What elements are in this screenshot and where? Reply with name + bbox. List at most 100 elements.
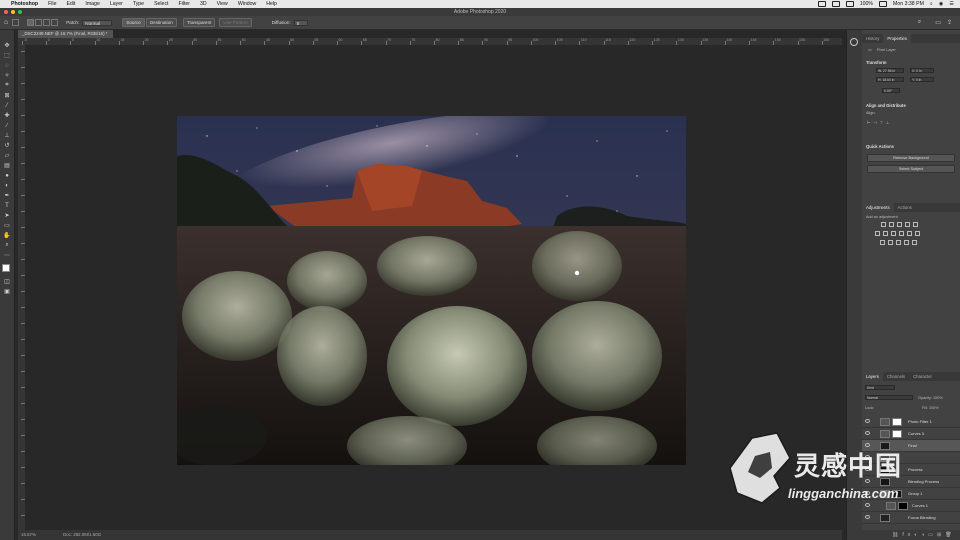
zoom-level[interactable]: 16.67% [21, 530, 36, 540]
photo-filter-adjustment-icon[interactable] [899, 231, 904, 236]
tab-properties[interactable]: Properties [883, 34, 911, 43]
layers-footer-icons[interactable]: ⛓fx◐◑▭⊞🗑 [862, 530, 960, 540]
align-icons[interactable]: ⊢⊣⊤⊥ [867, 120, 892, 125]
menu-view[interactable]: View [217, 0, 228, 8]
layer-filter-kind[interactable]: Kind [865, 385, 895, 390]
threshold-adjustment-icon[interactable] [896, 240, 901, 245]
doc-info[interactable]: Doc: 282.0M/1.50G [63, 530, 101, 540]
layer-row[interactable]: Photo Filter 1 [862, 416, 960, 428]
stamp-tool-icon[interactable]: ⊥ [3, 132, 11, 139]
menu-help[interactable]: Help [266, 0, 277, 8]
patch-select[interactable]: Normal [82, 19, 113, 26]
share-icon[interactable]: ⇪ [947, 19, 952, 26]
menu-layer[interactable]: Layer [110, 0, 123, 8]
eraser-tool-icon[interactable]: ▱ [3, 152, 11, 159]
channel-mixer-adjustment-icon[interactable] [907, 231, 912, 236]
search-icon[interactable]: ⌕ [930, 1, 933, 8]
dodge-tool-icon[interactable]: ◐ [3, 182, 11, 189]
curves-adjustment-icon[interactable] [897, 222, 902, 227]
zoom-window-button[interactable] [18, 10, 22, 14]
hue-saturation-adjustment-icon[interactable] [875, 231, 880, 236]
foreground-color-swatch[interactable] [2, 264, 10, 272]
menu-file[interactable]: File [48, 0, 56, 8]
move-tool-icon[interactable]: ✥ [3, 42, 11, 49]
use-pattern-button[interactable]: Use Pattern [219, 18, 252, 27]
width-field[interactable]: W: 27.96 in [876, 68, 904, 73]
quick-actions-heading[interactable]: Quick Actions [866, 144, 894, 149]
hand-tool-icon[interactable]: ✋ [3, 232, 11, 239]
patch-tool-icon[interactable]: ✚ [3, 112, 11, 119]
vibrance-adjustment-icon[interactable] [913, 222, 918, 227]
layer-name[interactable]: Focus Blending [908, 512, 936, 523]
airplay-icon[interactable] [831, 1, 840, 7]
quick-mask-icon[interactable]: ◫ [3, 278, 11, 285]
menu-app[interactable]: Photoshop [11, 0, 38, 8]
workspace-icon[interactable]: ▭ [935, 19, 941, 26]
home-icon[interactable]: ⌂ [4, 19, 8, 26]
tab-adjustments[interactable]: Adjustments [862, 203, 894, 212]
menu-image[interactable]: Image [85, 0, 99, 8]
color-lookup-adjustment-icon[interactable] [915, 231, 920, 236]
black-white-adjustment-icon[interactable] [891, 231, 896, 236]
control-center-icon[interactable]: ☰ [949, 1, 954, 7]
add-selection-icon[interactable] [35, 19, 43, 26]
levels-adjustment-icon[interactable] [889, 222, 894, 227]
subtract-selection-icon[interactable] [43, 19, 51, 26]
patch-tool-preset-icon[interactable] [12, 19, 20, 26]
battery-icon[interactable] [879, 1, 888, 7]
destination-button[interactable]: Destination [145, 18, 177, 27]
visibility-eye-icon[interactable] [865, 419, 870, 423]
tab-history[interactable]: History [862, 34, 883, 43]
visibility-eye-icon[interactable] [865, 515, 870, 519]
brightness-adjustment-icon[interactable] [881, 222, 886, 227]
minimize-window-button[interactable] [11, 10, 15, 14]
type-tool-icon[interactable]: T [3, 202, 11, 209]
dropbox-icon[interactable] [817, 1, 826, 7]
brush-tool-icon[interactable]: ∕ [3, 122, 11, 129]
y-field[interactable]: Y: 0 in [910, 77, 934, 82]
menu-edit[interactable]: Edit [66, 0, 75, 8]
path-select-tool-icon[interactable]: ➤ [3, 212, 11, 219]
diffusion-select[interactable]: 5 [293, 19, 308, 26]
magic-wand-tool-icon[interactable]: ✧ [3, 72, 11, 79]
opacity-field[interactable]: Opacity: 100% [918, 396, 943, 400]
more-tools-icon[interactable]: ⋯ [3, 252, 11, 259]
layer-name[interactable]: Photo Filter 1 [908, 416, 932, 427]
menu-select[interactable]: Select [154, 0, 168, 8]
history-panel-icon[interactable] [850, 38, 858, 46]
menu-filter[interactable]: Filter [178, 0, 190, 8]
select-subject-button[interactable]: Select Subject [867, 165, 955, 173]
align-heading[interactable]: Align and Distribute [866, 103, 906, 108]
invert-adjustment-icon[interactable] [880, 240, 885, 245]
screen-mode-icon[interactable]: ▣ [3, 288, 11, 295]
color-balance-adjustment-icon[interactable] [883, 231, 888, 236]
tab-layers[interactable]: Layers [862, 372, 883, 381]
layer-mask-thumbnail[interactable] [892, 417, 902, 426]
gradient-map-adjustment-icon[interactable] [904, 240, 909, 245]
menu-type[interactable]: Type [133, 0, 144, 8]
search-icon[interactable]: ⌕ [918, 19, 921, 26]
document-tab[interactable]: _DSC2249.NEF @ 16.7% (Final, RGB/16) * [18, 30, 113, 38]
transform-heading[interactable]: Transform [866, 60, 886, 65]
gradient-tool-icon[interactable]: ▤ [3, 162, 11, 169]
fill-field[interactable]: Fill: 100% [922, 406, 939, 410]
source-button[interactable]: Source [122, 18, 145, 27]
layer-row[interactable]: Focus Blending [862, 512, 960, 524]
marquee-tool-icon[interactable]: ⬚ [3, 52, 11, 59]
tab-character[interactable]: Character [909, 372, 936, 381]
transparent-button[interactable]: Transparent [182, 18, 216, 27]
menu-3d[interactable]: 3D [200, 0, 207, 8]
zoom-tool-icon[interactable]: ⌕ [3, 242, 11, 249]
height-field[interactable]: H: 18.64 in [876, 77, 904, 82]
posterize-adjustment-icon[interactable] [888, 240, 893, 245]
intersect-selection-icon[interactable] [51, 19, 59, 26]
menu-window[interactable]: Window [238, 0, 256, 8]
exposure-adjustment-icon[interactable] [905, 222, 910, 227]
menubar-clock[interactable]: Mon 3:38 PM [893, 1, 924, 7]
document-canvas-image[interactable] [177, 116, 686, 465]
x-field[interactable]: X: 0 in [910, 68, 934, 73]
tab-actions[interactable]: Actions [894, 203, 916, 212]
layer-thumbnail[interactable] [880, 513, 890, 522]
siri-icon[interactable]: ◉ [939, 1, 944, 7]
angle-field[interactable]: 0.00° [882, 88, 900, 93]
